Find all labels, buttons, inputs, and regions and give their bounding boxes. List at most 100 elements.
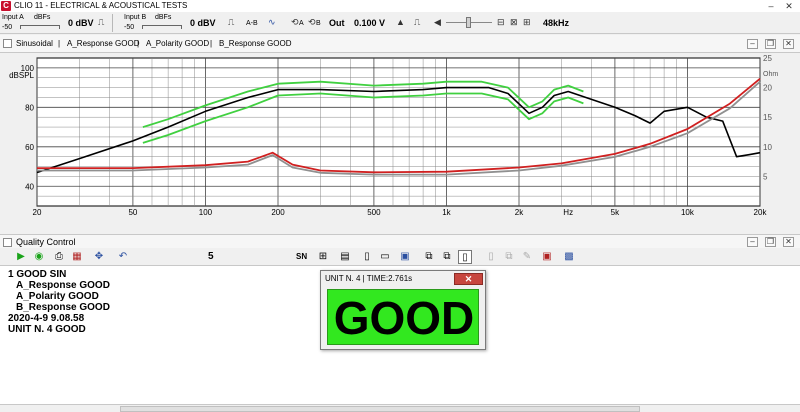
- separator: [112, 14, 113, 32]
- y2-tick-label: 15: [763, 113, 772, 122]
- out-value[interactable]: 0.100 V: [354, 18, 385, 28]
- input-b-range[interactable]: -50: [124, 24, 134, 32]
- x-tick-label: 5k: [611, 208, 620, 217]
- tab-b-response[interactable]: B_Response GOOD: [219, 39, 291, 49]
- window-title: CLIO 11 - ELECTRICAL & ACOUSTICAL TESTS: [14, 1, 188, 10]
- quality-control-titlebar: Quality Control – ❐ ✕: [0, 234, 800, 248]
- tab-sep: |: [137, 39, 140, 48]
- result-dialog: UNIT N. 4 | TIME:2.761s ✕ GOOD: [320, 270, 486, 350]
- document-icon[interactable]: ▯: [458, 250, 472, 264]
- print-icon[interactable]: ⎙: [52, 250, 66, 264]
- undo-icon[interactable]: ↶: [116, 250, 130, 264]
- x-tick-label: 20: [33, 208, 42, 217]
- x-tick-label: 10k: [681, 208, 695, 217]
- disabled-doc-icon[interactable]: ▯: [484, 250, 498, 264]
- save-icon[interactable]: ▣: [398, 250, 412, 264]
- quality-control-title: Quality Control: [16, 237, 76, 247]
- settings-icon[interactable]: ⊞: [523, 17, 531, 27]
- qc-line: 1 GOOD SIN: [8, 269, 67, 280]
- input-a-range[interactable]: -50: [2, 24, 12, 32]
- qc-line: A_Polarity GOOD: [16, 291, 99, 302]
- title-bar: C CLIO 11 - ELECTRICAL & ACOUSTICAL TEST…: [0, 0, 800, 12]
- speaker-icon[interactable]: ◀: [434, 17, 441, 27]
- waveform-icon[interactable]: ∿: [268, 17, 276, 27]
- plot-area: [36, 57, 761, 207]
- quality-control-toolbar: ▶ ◉ ⎙ ▦ ✥ ↶ 5 SN ⊞ ▤ ▯ ▭ ▣ ⧉ ⧉ ▯ ▯ ⧉ ✎ ▣…: [0, 248, 800, 266]
- generator-icon[interactable]: ⎍: [414, 17, 420, 27]
- navigate-icon[interactable]: ✥: [92, 250, 106, 264]
- stop-icon[interactable]: ▣: [540, 250, 554, 264]
- frequency-response-graph: 20 50 100 200 500 1k 2k Hz 5k 10k 20k 40 60 80 100 5 10 1…: [0, 54, 800, 222]
- scrollbar-thumb[interactable]: [120, 406, 640, 412]
- report-icon[interactable]: ▦: [70, 250, 84, 264]
- input-b-value[interactable]: 0 dBV: [190, 18, 216, 28]
- x-tick-label: 100: [199, 208, 213, 217]
- tab-sinusoidal[interactable]: Sinusoidal: [16, 39, 53, 49]
- qc-restore-button[interactable]: ❐: [765, 237, 776, 247]
- qc-close-button[interactable]: ✕: [783, 237, 794, 247]
- y2-tick-label: 10: [763, 143, 772, 152]
- phantom-b-icon[interactable]: ⟲: [308, 17, 316, 27]
- dialog-close-button[interactable]: ✕: [454, 273, 483, 285]
- minimize-button[interactable]: –: [766, 1, 776, 11]
- pulse-b-icon[interactable]: ⎍: [228, 17, 234, 27]
- quality-control-icon: [3, 238, 12, 247]
- result-text: GOOD: [333, 292, 475, 344]
- open-file-icon[interactable]: ▭: [378, 250, 392, 264]
- y2-tick-label: 5: [763, 172, 768, 181]
- step-icon[interactable]: ◉: [32, 250, 46, 264]
- out-adjust-icon[interactable]: ▲: [396, 17, 405, 27]
- mute-icon[interactable]: ⊟: [497, 17, 505, 27]
- network-icon[interactable]: ▩: [562, 250, 576, 264]
- y2-tick-label: 20: [763, 84, 772, 93]
- unit-counter[interactable]: 5: [208, 251, 214, 263]
- clipboard-icon[interactable]: ▤: [338, 250, 352, 264]
- edit-icon[interactable]: ✎: [520, 250, 534, 264]
- y2-tick-label: 25: [763, 54, 772, 63]
- tab-sep: |: [210, 39, 213, 48]
- batch-icon[interactable]: ⊞: [316, 250, 330, 264]
- disabled-copy-icon[interactable]: ⧉: [502, 250, 516, 264]
- y-axis-label: dBSPL: [9, 71, 34, 80]
- input-a-value[interactable]: 0 dBV: [68, 18, 94, 28]
- x-tick-label: 1k: [442, 208, 451, 217]
- result-indicator: GOOD: [327, 289, 479, 345]
- tab-a-response[interactable]: A_Response GOOD: [67, 39, 139, 49]
- input-b-meter: [142, 25, 182, 29]
- tab-sep: |: [58, 39, 61, 48]
- phantom-b-label: B: [316, 20, 321, 27]
- tab-icon: [3, 39, 12, 48]
- input-a-meter: [20, 25, 60, 29]
- a-b-button[interactable]: A-B: [246, 20, 258, 28]
- copy-icon[interactable]: ⧉: [422, 250, 436, 264]
- new-file-icon[interactable]: ▯: [360, 250, 374, 264]
- qc-line: UNIT N. 4 GOOD: [8, 324, 86, 335]
- close-button[interactable]: ✕: [784, 1, 794, 11]
- paste-icon[interactable]: ⧉: [440, 250, 454, 264]
- input-a-unit: dBFs: [34, 14, 51, 21]
- panel-minimize-button[interactable]: –: [747, 39, 758, 49]
- y2-axis-label: Ohm: [763, 71, 778, 78]
- qc-minimize-button[interactable]: –: [747, 237, 758, 247]
- y-tick-label: 80: [25, 103, 34, 112]
- input-b-label: Input B: [124, 14, 147, 21]
- x-tick-label: Hz: [563, 208, 573, 217]
- horizontal-scrollbar[interactable]: [0, 404, 800, 412]
- phantom-a-icon[interactable]: ⟲: [291, 17, 299, 27]
- sample-rate[interactable]: 48kHz: [543, 18, 569, 28]
- out-label: Out: [329, 18, 345, 28]
- loop-icon[interactable]: ⊠: [510, 17, 518, 27]
- volume-slider-thumb[interactable]: [466, 17, 471, 28]
- clio-logo-icon: C: [1, 1, 11, 11]
- x-tick-label: 20k: [754, 208, 768, 217]
- tab-a-polarity[interactable]: A_Polarity GOOD: [146, 39, 209, 49]
- frequency-response-chart: 20 50 100 200 500 1k 2k Hz 5k 10k 20k4060801005101…: [9, 54, 778, 217]
- qc-line: B_Response GOOD: [16, 302, 110, 313]
- input-a-label: Input A: [2, 14, 24, 21]
- play-icon[interactable]: ▶: [14, 250, 28, 264]
- y-tick-label: 40: [25, 182, 34, 191]
- pulse-a-icon[interactable]: ⎍: [98, 17, 104, 27]
- panel-restore-button[interactable]: ❐: [765, 39, 776, 49]
- panel-close-button[interactable]: ✕: [783, 39, 794, 49]
- serial-number-button[interactable]: SN: [296, 252, 307, 262]
